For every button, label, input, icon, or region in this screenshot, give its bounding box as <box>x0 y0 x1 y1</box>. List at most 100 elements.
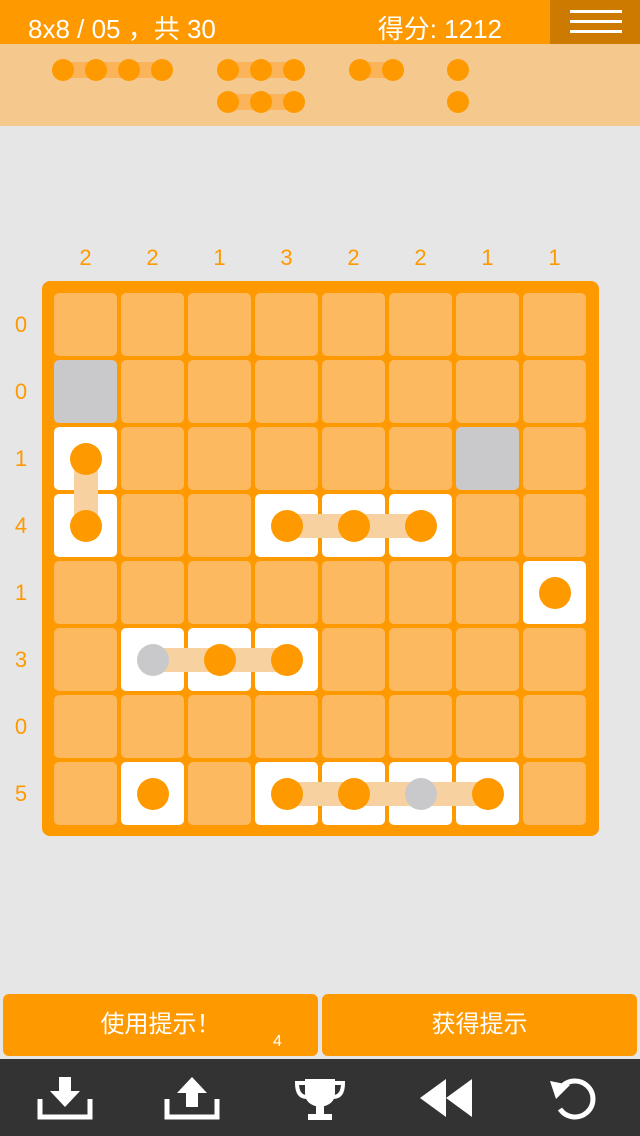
hint-count-badge: 4 <box>273 1033 282 1050</box>
board-cell[interactable] <box>121 360 184 423</box>
board-cell[interactable] <box>456 695 519 758</box>
board-cell[interactable] <box>456 360 519 423</box>
board-cell[interactable] <box>54 628 117 691</box>
board-cell[interactable] <box>188 561 251 624</box>
board-cell[interactable] <box>121 494 184 557</box>
download-icon[interactable] <box>36 1075 94 1121</box>
board-cell[interactable] <box>456 293 519 356</box>
fleet-ship-segment <box>85 59 107 81</box>
board-cell[interactable] <box>523 762 586 825</box>
board-cell[interactable] <box>389 427 452 490</box>
fleet-ship <box>349 58 404 82</box>
fleet-ship-segment <box>283 91 305 113</box>
menu-icon-line <box>570 10 622 13</box>
board-cell[interactable] <box>188 293 251 356</box>
menu-icon-line <box>570 20 622 23</box>
ship-peg <box>136 777 169 810</box>
board-cell[interactable] <box>322 293 385 356</box>
board-cell[interactable] <box>523 628 586 691</box>
fleet-ship-segment <box>151 59 173 81</box>
board-cell[interactable] <box>523 360 586 423</box>
score-label: 得分: 1212 <box>377 14 502 44</box>
row-count: 5 <box>14 780 28 806</box>
bottom-toolbar <box>0 1059 640 1136</box>
fleet-ship-segment <box>118 59 140 81</box>
board-cell[interactable] <box>121 695 184 758</box>
board-cell[interactable] <box>121 427 184 490</box>
row-count: 3 <box>14 646 28 672</box>
board-cell[interactable] <box>255 293 318 356</box>
board-cell[interactable] <box>389 628 452 691</box>
menu-icon-line <box>570 30 622 33</box>
board-cell[interactable] <box>255 360 318 423</box>
game-board <box>42 281 599 836</box>
ship-peg <box>270 509 303 542</box>
ship-peg <box>538 576 571 609</box>
fleet-ship <box>217 90 305 114</box>
unconfirmed-ship-peg <box>404 777 437 810</box>
board-cell[interactable] <box>523 293 586 356</box>
board-cell[interactable] <box>121 561 184 624</box>
fleet-ship-segment <box>250 91 272 113</box>
get-hint-button[interactable]: 获得提示 <box>322 994 637 1056</box>
column-count: 2 <box>146 245 159 270</box>
ship-peg <box>69 442 102 475</box>
ship-peg <box>270 777 303 810</box>
board-cell[interactable] <box>54 293 117 356</box>
board-cell[interactable] <box>322 561 385 624</box>
fleet-ship-segment <box>382 59 404 81</box>
menu-button[interactable] <box>550 0 640 44</box>
water-cell[interactable] <box>456 427 519 490</box>
board-cell[interactable] <box>188 695 251 758</box>
fleet-panel <box>0 44 640 126</box>
fleet-ship-segment <box>447 91 469 113</box>
board-cell[interactable] <box>255 695 318 758</box>
board-cell[interactable] <box>389 561 452 624</box>
get-hint-label: 获得提示 <box>431 1011 528 1038</box>
board-cell[interactable] <box>255 561 318 624</box>
undo-icon[interactable] <box>548 1075 606 1121</box>
row-count: 0 <box>14 378 28 404</box>
ship-connector <box>286 781 488 806</box>
upload-icon[interactable] <box>163 1075 221 1121</box>
trophy-icon[interactable] <box>291 1075 349 1121</box>
use-hint-label: 使用提示！ <box>100 1011 221 1038</box>
ship-peg <box>337 777 370 810</box>
board-cell[interactable] <box>322 628 385 691</box>
board-cell[interactable] <box>322 427 385 490</box>
board-cell[interactable] <box>121 293 184 356</box>
unconfirmed-ship-peg <box>136 643 169 676</box>
board-cell[interactable] <box>188 494 251 557</box>
column-count: 1 <box>213 245 226 270</box>
column-count: 1 <box>548 245 561 270</box>
board-cell[interactable] <box>54 762 117 825</box>
top-bar: 8x8 / 05 ，共 30 得分: 1212 <box>0 0 640 44</box>
board-cell[interactable] <box>456 561 519 624</box>
board-cell[interactable] <box>188 360 251 423</box>
row-count: 4 <box>14 512 28 538</box>
board-cell[interactable] <box>456 628 519 691</box>
board-cell[interactable] <box>188 762 251 825</box>
board-cell[interactable] <box>188 427 251 490</box>
fleet-ship-segment <box>217 91 239 113</box>
board-cell[interactable] <box>456 494 519 557</box>
board-cell[interactable] <box>389 695 452 758</box>
board-cell[interactable] <box>523 494 586 557</box>
fleet-ship <box>52 58 173 82</box>
board-cell[interactable] <box>523 695 586 758</box>
board-cell[interactable] <box>322 695 385 758</box>
column-count: 1 <box>481 245 494 270</box>
use-hint-button[interactable]: 使用提示！ <box>3 994 318 1056</box>
board-cell[interactable] <box>389 360 452 423</box>
board-cell[interactable] <box>255 427 318 490</box>
board-cell[interactable] <box>523 427 586 490</box>
fleet-ship-segment <box>283 59 305 81</box>
rewind-icon[interactable] <box>418 1075 476 1121</box>
board-cell[interactable] <box>322 360 385 423</box>
board-cell[interactable] <box>54 561 117 624</box>
water-cell[interactable] <box>54 360 117 423</box>
row-count: 1 <box>14 579 28 605</box>
board-cell[interactable] <box>54 695 117 758</box>
fleet-ship <box>447 58 469 82</box>
board-cell[interactable] <box>389 293 452 356</box>
